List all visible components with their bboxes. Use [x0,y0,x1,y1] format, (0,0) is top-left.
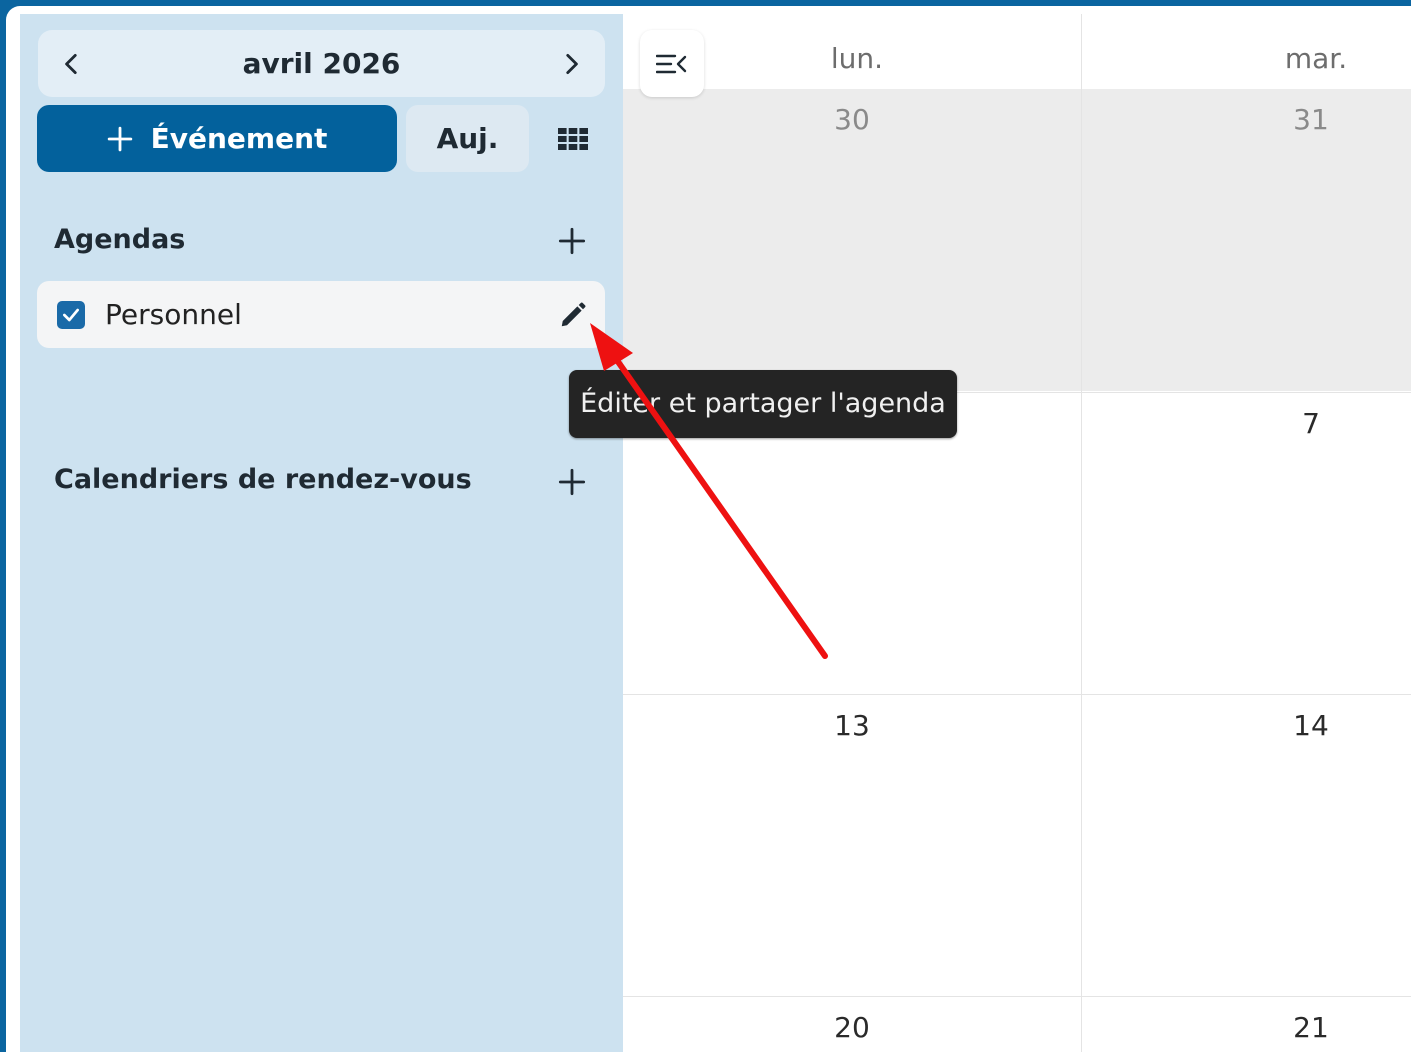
plus-icon [558,468,586,496]
plus-icon [107,126,132,151]
day-number: 31 [1293,103,1329,136]
plus-icon [558,227,586,255]
month-navigator: avril 2026 [38,30,605,97]
checkmark-icon [62,308,79,322]
toggle-sidebar-button[interactable] [640,30,704,97]
day-header-monday: lun. [830,42,884,75]
sidebar: avril 2026 Événement Auj. Agendas Person… [20,14,623,1052]
day-number: 14 [1293,709,1329,742]
add-appointment-calendar-button[interactable] [550,460,594,504]
view-switcher-button[interactable] [541,105,605,172]
chevron-right-icon [566,53,578,74]
column-separator [1081,14,1082,1052]
day-cell[interactable]: 31 [1082,89,1411,391]
week-row: 20 21 [623,996,1411,1052]
calendar-name: Personnel [105,298,242,331]
grid-icon [558,127,588,150]
previous-month-button[interactable] [40,30,104,97]
appointments-section-title: Calendriers de rendez-vous [54,464,472,495]
edit-calendar-button[interactable] [551,293,595,337]
day-cell[interactable]: 6 [623,393,1081,695]
day-number: 7 [1302,407,1320,440]
day-cell[interactable]: 14 [1082,695,1411,997]
sidebar-collapse-icon [656,54,687,73]
month-title: avril 2026 [242,47,401,80]
day-cell[interactable]: 7 [1082,393,1411,695]
day-cell[interactable]: 30 [623,89,1081,391]
day-cell[interactable]: 20 [623,997,1081,1052]
day-number: 30 [834,103,870,136]
new-event-button[interactable]: Événement [37,105,397,172]
day-number: 20 [834,1011,870,1044]
today-button[interactable]: Auj. [406,105,529,172]
month-grid: lun. mar. 30 31 6 7 13 14 20 21 [623,6,1411,1052]
day-number: 21 [1293,1011,1329,1044]
week-row: 13 14 [623,694,1411,997]
pencil-icon [561,302,586,327]
chevron-left-icon [65,53,77,74]
add-agenda-button[interactable] [550,219,594,263]
day-header-tuesday: mar. [1284,42,1348,75]
day-cell[interactable]: 13 [623,695,1081,997]
app-window: avril 2026 Événement Auj. Agendas Person… [6,6,1411,1052]
week-row: 30 31 [623,89,1411,391]
calendar-visibility-checkbox[interactable] [57,301,85,329]
edit-calendar-tooltip: Éditer et partager l'agenda [569,370,957,438]
calendar-list-item[interactable]: Personnel [37,281,605,348]
day-cell[interactable]: 21 [1082,997,1411,1052]
day-number: 13 [834,709,870,742]
agendas-section-title: Agendas [54,224,186,255]
new-event-label: Événement [150,122,328,155]
next-month-button[interactable] [539,30,603,97]
